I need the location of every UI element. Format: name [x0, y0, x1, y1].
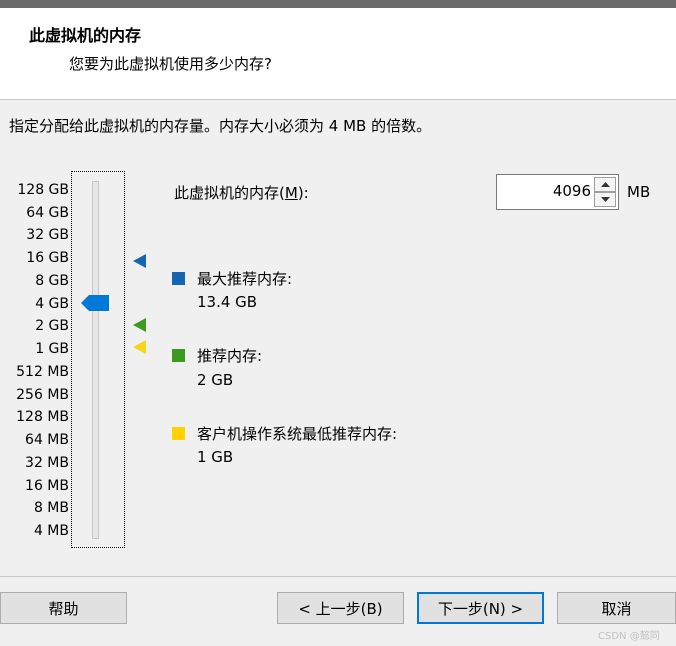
next-button[interactable]: 下一步(N) >	[417, 592, 544, 624]
cancel-button[interactable]: 取消	[557, 592, 676, 624]
slider-track[interactable]	[92, 181, 99, 539]
scale-label: 128 GB	[17, 182, 69, 198]
scale-label: 32 MB	[25, 455, 69, 471]
guest-min-swatch-icon	[172, 427, 185, 440]
memory-spinbox[interactable]	[496, 174, 619, 210]
recommended-label: 推荐内存:	[197, 347, 263, 365]
instruction-text: 指定分配给此虚拟机的内存量。内存大小必须为 4 MB 的倍数。	[9, 117, 432, 135]
scale-label: 4 MB	[33, 523, 69, 539]
help-button[interactable]: 帮助	[0, 592, 127, 624]
scale-label: 8 GB	[35, 273, 69, 289]
scale-label: 512 MB	[16, 364, 69, 380]
scale-label: 32 GB	[26, 227, 69, 243]
memory-label-suffix: ):	[297, 184, 309, 202]
scale-label: 64 GB	[26, 205, 69, 221]
scale-label: 2 GB	[35, 318, 69, 334]
guest-min-value: 1 GB	[197, 448, 234, 466]
max-recommended-label: 最大推荐内存:	[197, 270, 293, 288]
scale-label: 64 MB	[25, 432, 69, 448]
memory-unit: MB	[627, 183, 651, 201]
max-recommended-value: 13.4 GB	[197, 293, 258, 311]
watermark: CSDN @懿同	[598, 631, 660, 642]
guest-min-label: 客户机操作系统最低推荐内存:	[197, 425, 398, 443]
scale-label: 256 MB	[16, 387, 69, 403]
scale-label: 1 GB	[35, 341, 69, 357]
footer-divider	[0, 576, 676, 577]
scale-label: 8 MB	[33, 500, 69, 516]
memory-label-prefix: 此虚拟机的内存(	[174, 184, 285, 202]
wizard-header: 此虚拟机的内存 您要为此虚拟机使用多少内存?	[0, 8, 676, 100]
recommended-marker-icon	[133, 318, 146, 332]
window-top-bar	[0, 0, 676, 8]
memory-label: 此虚拟机的内存(M):	[174, 182, 309, 203]
scale-label: 16 GB	[26, 250, 69, 266]
guest-min-marker-icon	[133, 340, 146, 354]
slider-thumb[interactable]	[81, 295, 109, 311]
recommended-value: 2 GB	[197, 371, 234, 389]
chevron-down-icon	[601, 197, 610, 202]
chevron-up-icon	[601, 182, 610, 187]
back-button[interactable]: < 上一步(B)	[277, 592, 404, 624]
scale-label: 4 GB	[35, 296, 69, 312]
page-subtitle: 您要为此虚拟机使用多少内存?	[69, 55, 272, 73]
scale-label: 128 MB	[16, 409, 69, 425]
max-recommended-marker-icon	[133, 254, 146, 268]
memory-label-mnemonic: M	[284, 184, 298, 202]
decrement-button[interactable]	[594, 192, 616, 207]
scale-label: 16 MB	[25, 478, 69, 494]
page-title: 此虚拟机的内存	[29, 26, 142, 45]
increment-button[interactable]	[594, 177, 616, 192]
recommended-swatch-icon	[172, 349, 185, 362]
memory-input[interactable]	[499, 177, 591, 205]
max-recommended-swatch-icon	[172, 272, 185, 285]
